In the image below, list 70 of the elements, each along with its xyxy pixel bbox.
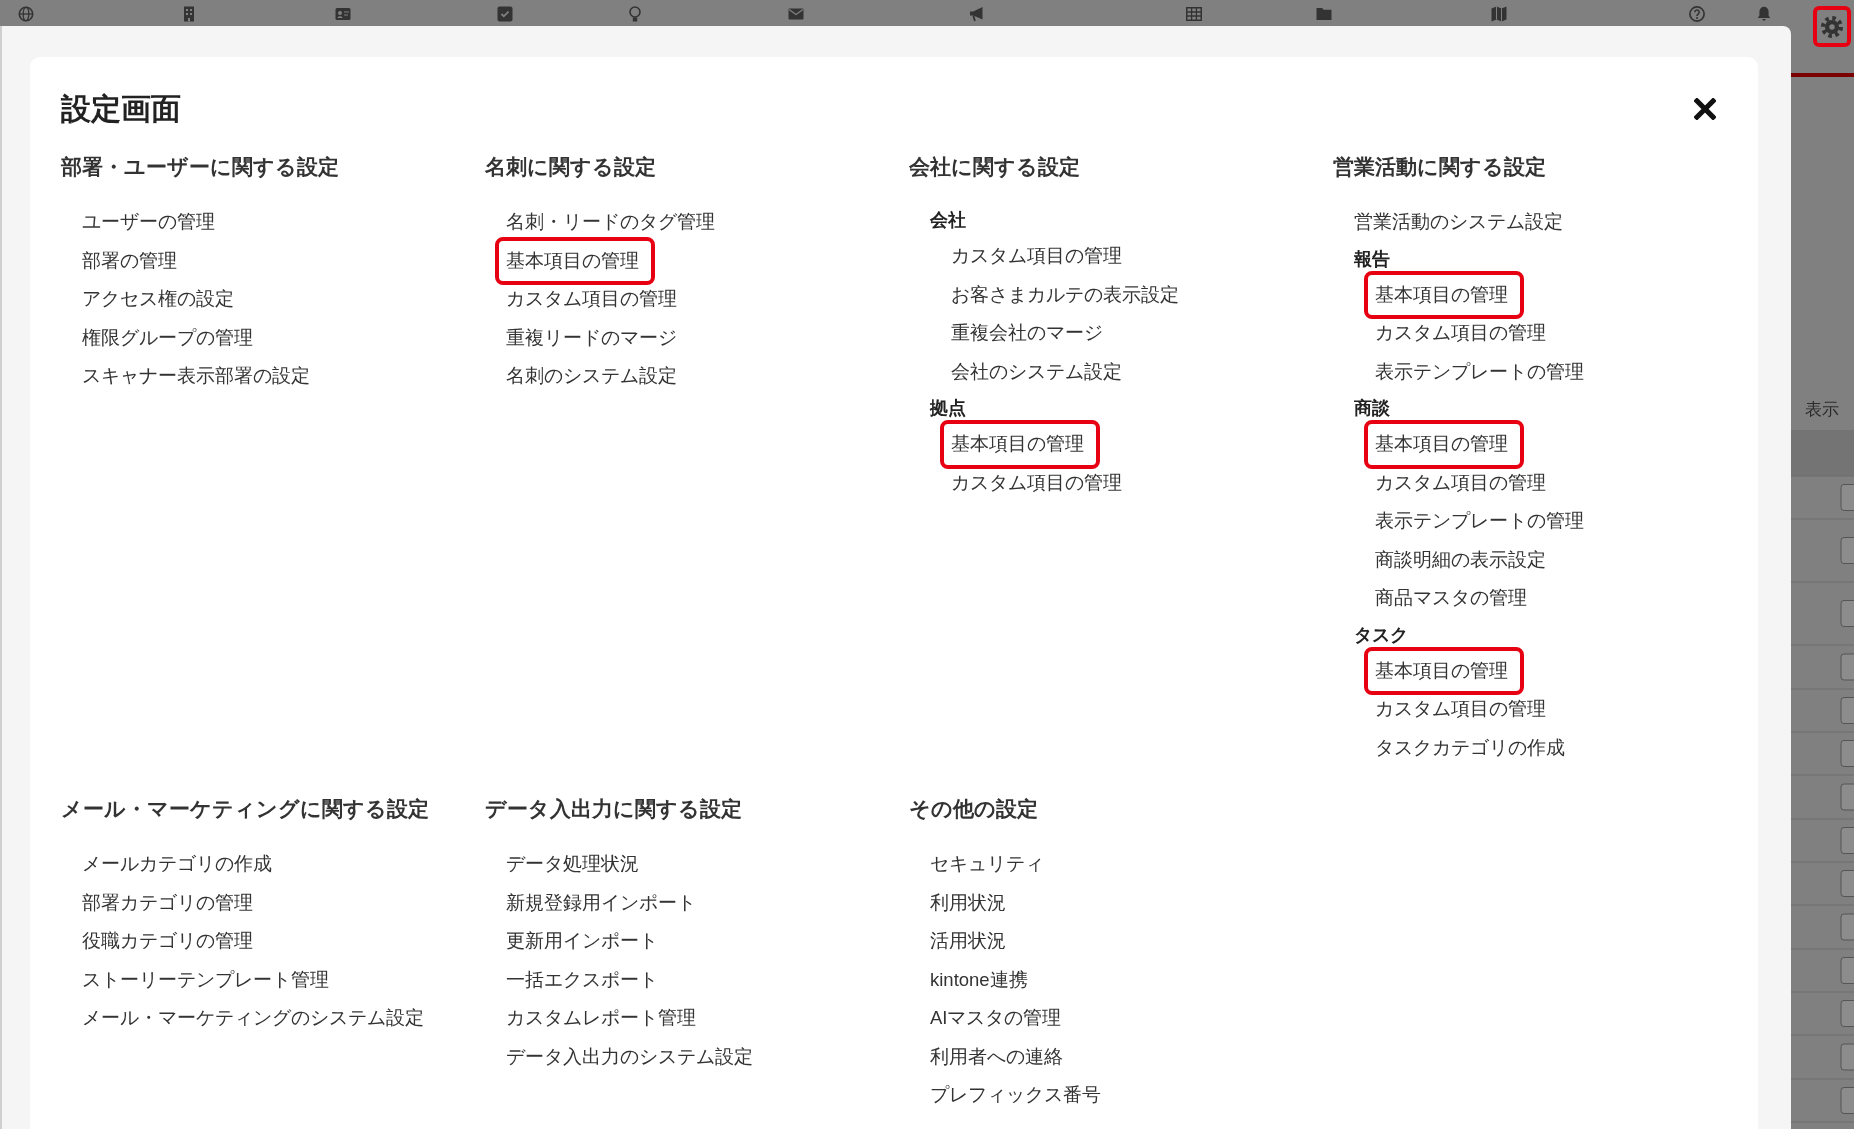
settings-link[interactable]: カスタム項目の管理 [951, 237, 1122, 276]
settings-link[interactable]: 基本項目の管理 [1364, 270, 1524, 319]
settings-link[interactable]: データ処理状況 [506, 845, 639, 884]
settings-link[interactable]: カスタムレポート管理 [506, 999, 696, 1038]
settings-link[interactable]: スキャナー表示部署の設定 [82, 357, 310, 396]
settings-link[interactable]: 基本項目の管理 [940, 420, 1100, 469]
settings-link[interactable]: 利用者への連絡 [930, 1037, 1063, 1076]
settings-link[interactable]: 役職カテゴリの管理 [82, 922, 253, 961]
display-count-label: 表示 [1804, 399, 1840, 421]
settings-icon [1821, 15, 1843, 38]
settings-link[interactable]: ストーリーテンプレート管理 [82, 960, 329, 999]
section-heading: メール・マーケティングに関する設定 [61, 796, 430, 822]
settings-link[interactable]: 部署カテゴリの管理 [82, 883, 253, 922]
map-icon[interactable] [1491, 6, 1507, 22]
header-underline [1791, 73, 1854, 77]
group-heading: 会社 [930, 209, 966, 232]
settings-link[interactable]: ユーザーの管理 [82, 203, 215, 242]
settings-link[interactable]: 基本項目の管理 [1364, 646, 1524, 695]
globe-icon[interactable] [18, 6, 34, 22]
settings-link[interactable]: 名刺のシステム設定 [506, 357, 677, 396]
folder-icon[interactable] [1316, 6, 1332, 22]
section-heading: 部署・ユーザーに関する設定 [61, 154, 340, 180]
section-heading: データ入出力に関する設定 [485, 796, 743, 822]
dialog-title: 設定画面 [61, 91, 181, 127]
settings-link[interactable]: 活用状況 [930, 922, 1006, 961]
settings-link[interactable]: kintone連携 [930, 960, 1028, 999]
settings-link[interactable]: 重複会社のマージ [951, 314, 1103, 353]
settings-link[interactable]: 更新用インポート [506, 922, 658, 961]
settings-link[interactable]: 基本項目の管理 [1364, 420, 1524, 469]
settings-link[interactable]: メール・マーケティングのシステム設定 [82, 999, 424, 1038]
group-heading: 報告 [1354, 247, 1390, 271]
megaphone-icon[interactable] [969, 6, 985, 22]
settings-link[interactable]: アクセス権の設定 [82, 280, 234, 319]
settings-link[interactable]: メールカテゴリの作成 [82, 845, 272, 884]
bell-icon[interactable] [1756, 6, 1772, 22]
section-heading: 営業活動に関する設定 [1333, 154, 1547, 180]
settings-link[interactable]: 商品マスタの管理 [1375, 579, 1527, 618]
settings-link[interactable]: お客さまカルテの表示設定 [951, 275, 1179, 314]
settings-link[interactable]: 商談明細の表示設定 [1375, 540, 1546, 579]
group-heading: 商談 [1354, 397, 1390, 420]
close-icon[interactable] [1694, 97, 1716, 120]
section-heading: 名刺に関する設定 [485, 154, 657, 180]
settings-link[interactable]: 権限グループの管理 [82, 318, 253, 357]
group-heading: 拠点 [930, 397, 966, 420]
building-icon[interactable] [181, 6, 197, 22]
settings-link[interactable]: AIマスタの管理 [930, 999, 1062, 1038]
settings-link[interactable]: 利用状況 [930, 883, 1006, 922]
settings-link[interactable]: 基本項目の管理 [495, 236, 655, 285]
envelope-icon[interactable] [788, 6, 804, 22]
settings-link[interactable]: データ入出力のシステム設定 [506, 1037, 753, 1076]
settings-link[interactable]: タスクカテゴリの作成 [1375, 728, 1565, 767]
settings-link[interactable]: 表示テンプレートの管理 [1375, 502, 1584, 541]
group-heading: タスク [1354, 623, 1408, 647]
settings-link[interactable]: 重複リードのマージ [506, 318, 677, 357]
settings-link[interactable]: セキュリティ [930, 845, 1044, 884]
settings-link[interactable]: 部署の管理 [82, 241, 177, 280]
settings-link[interactable]: 表示テンプレートの管理 [1375, 352, 1584, 391]
section-heading: その他の設定 [909, 796, 1039, 822]
help-icon[interactable] [1689, 6, 1705, 22]
settings-link[interactable]: 営業活動のシステム設定 [1354, 203, 1563, 242]
section-heading: 会社に関する設定 [909, 154, 1081, 180]
settings-link[interactable]: プレフィックス番号 [930, 1076, 1101, 1115]
check-square-icon[interactable] [497, 6, 513, 22]
settings-link[interactable]: 新規登録用インポート [506, 883, 696, 922]
bulb-icon[interactable] [627, 6, 643, 22]
settings-link[interactable]: 一括エクスポート [506, 960, 658, 999]
settings-button[interactable] [1813, 6, 1851, 47]
table-icon[interactable] [1186, 6, 1202, 22]
id-card-icon[interactable] [335, 6, 351, 22]
settings-link[interactable]: 会社のシステム設定 [951, 352, 1122, 391]
